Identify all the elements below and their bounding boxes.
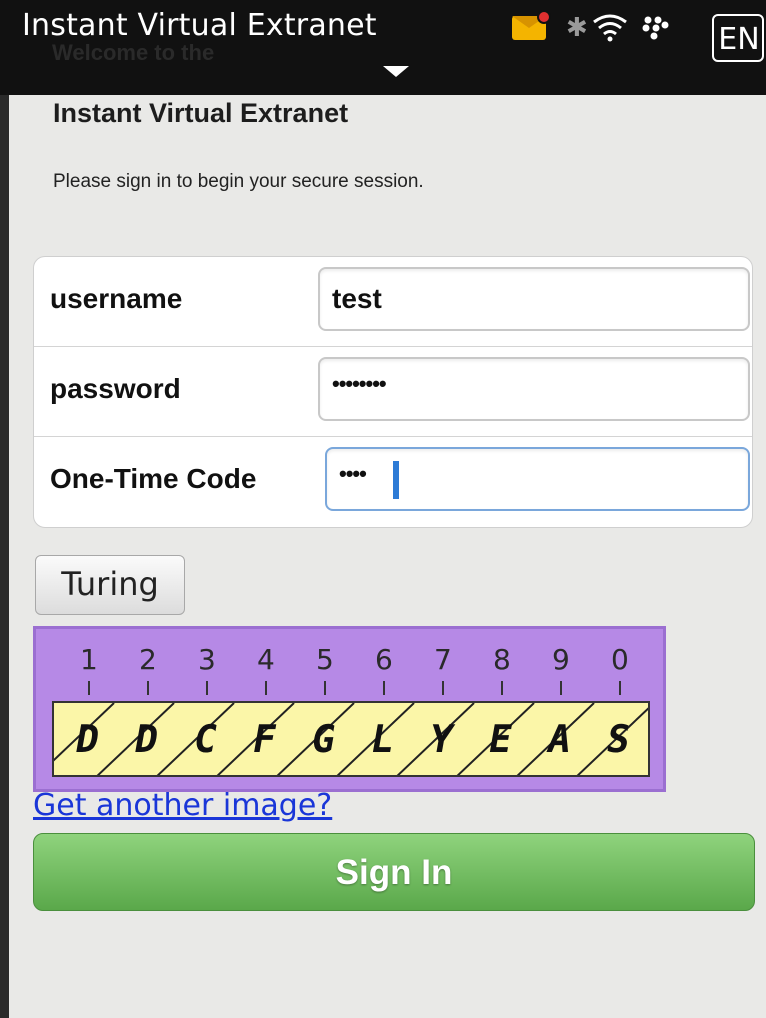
captcha-number: 2 (139, 643, 157, 676)
captcha-number: 7 (434, 643, 452, 676)
captcha-tick (560, 681, 562, 695)
wifi-icon (593, 14, 627, 42)
captcha-image: 1 2 3 4 5 6 7 8 9 0 DDCFGLYEAS (33, 626, 666, 792)
username-row: username test (34, 257, 752, 347)
captcha-strip: DDCFGLYEAS (52, 701, 650, 777)
password-row: password •••••••• (34, 347, 752, 437)
captcha-number: 6 (375, 643, 393, 676)
captcha-tick (442, 681, 444, 695)
captcha-tick (147, 681, 149, 695)
captcha-number: 0 (611, 643, 629, 676)
menu-caret-icon[interactable] (383, 66, 409, 77)
language-indicator[interactable]: EN (712, 14, 764, 62)
captcha-number: 5 (316, 643, 334, 676)
one-time-code-value: •••• (339, 461, 367, 486)
blackberry-icon (642, 16, 669, 40)
captcha-tick (88, 681, 90, 695)
one-time-code-label: One-Time Code (50, 463, 257, 494)
obscured-welcome-text: Welcome to the (52, 40, 215, 65)
captcha-tick (619, 681, 621, 695)
text-caret (393, 461, 399, 499)
captcha-tick (501, 681, 503, 695)
captcha-tick (265, 681, 267, 695)
bluetooth-icon: ✱ (566, 12, 588, 42)
captcha-tick (383, 681, 385, 695)
screen-edge (0, 95, 9, 1018)
login-form: username test password •••••••• One-Time… (33, 256, 753, 528)
password-value: •••••••• (332, 371, 387, 396)
captcha-number: 3 (198, 643, 216, 676)
password-input[interactable]: •••••••• (318, 357, 750, 421)
one-time-code-input[interactable]: •••• (325, 447, 750, 511)
captcha-number: 1 (80, 643, 98, 676)
sign-in-button[interactable]: Sign In (33, 833, 755, 911)
captcha-number: 4 (257, 643, 275, 676)
captcha-tick (324, 681, 326, 695)
page-subtitle: Please sign in to begin your secure sess… (53, 171, 424, 192)
username-value: test (332, 283, 382, 314)
turing-button[interactable]: Turing (35, 555, 185, 615)
status-bar: Welcome to the Instant Virtual Extranet … (0, 0, 766, 95)
get-another-image-link[interactable]: Get another image? (33, 788, 332, 823)
username-label: username (50, 283, 183, 314)
captcha-tick (206, 681, 208, 695)
one-time-code-row: One-Time Code •••• (34, 437, 752, 527)
envelope-icon[interactable] (512, 10, 551, 40)
status-bar-title: Instant Virtual Extranet (22, 8, 377, 43)
captcha-number: 8 (493, 643, 511, 676)
password-label: password (50, 373, 181, 404)
page-title: Instant Virtual Extranet (53, 98, 349, 128)
username-input[interactable]: test (318, 267, 750, 331)
captcha-number: 9 (552, 643, 570, 676)
